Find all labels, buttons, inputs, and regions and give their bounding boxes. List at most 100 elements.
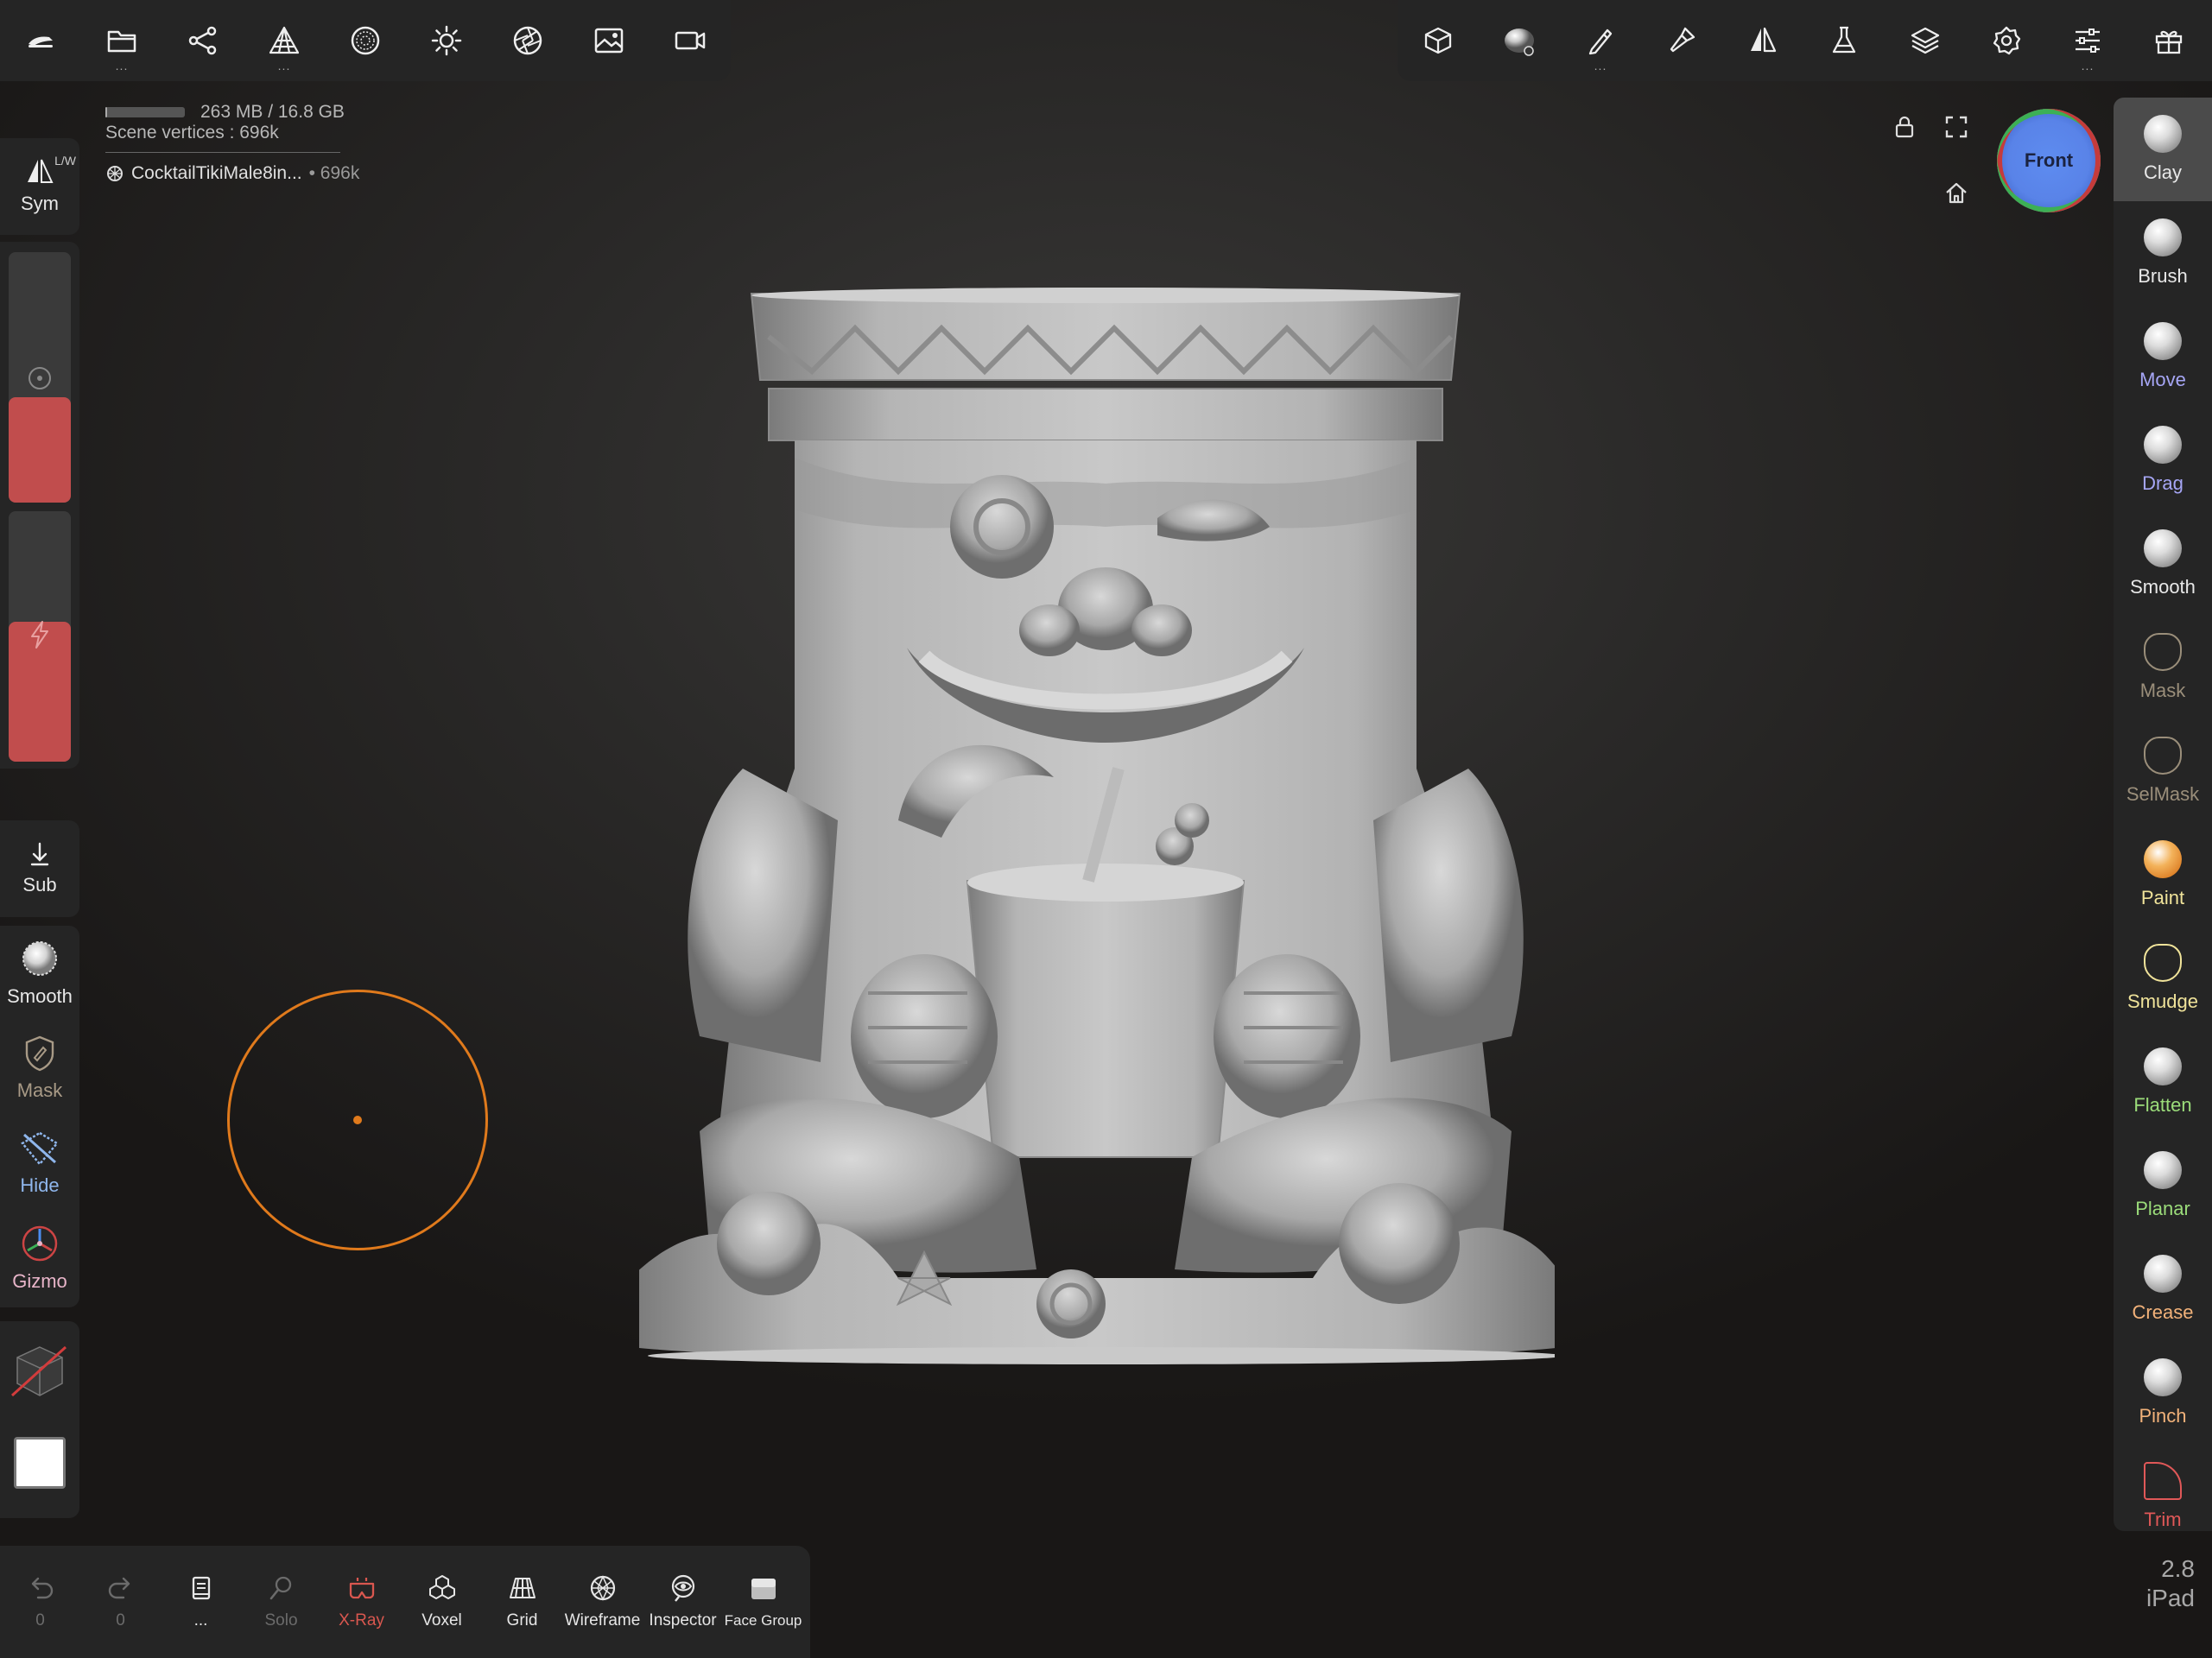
matcap-cube-icon[interactable] — [9, 1340, 71, 1402]
view-cube-label: Front — [2024, 149, 2074, 171]
tool-brush[interactable]: Brush — [2114, 201, 2212, 305]
top-left-toolbar: ... ... — [0, 0, 731, 81]
tool-mask[interactable]: Mask — [2114, 616, 2212, 719]
face-group-icon — [751, 1579, 776, 1599]
symmetry-badge: L/W — [54, 154, 76, 168]
wireframe-icon — [590, 1575, 615, 1601]
intensity-bolt-icon — [31, 621, 48, 649]
symmetry-icon — [28, 159, 54, 183]
tool-selmask[interactable]: SelMask — [2114, 719, 2212, 823]
app-menu-icon[interactable] — [0, 0, 81, 81]
inspector-icon — [671, 1574, 694, 1602]
tool-paint[interactable]: Paint — [2114, 823, 2212, 927]
tool-label: Trim — [2144, 1509, 2182, 1530]
stroke-pen-icon[interactable]: ... — [1560, 0, 1641, 81]
scene-stats: 263 MB / 16.8 GB Scene vertices : 696k C… — [105, 102, 359, 184]
undo-button[interactable]: 0 — [0, 1546, 80, 1658]
quick-tool-hide[interactable]: Hide — [0, 1116, 79, 1211]
scene-cube-icon[interactable] — [1398, 0, 1479, 81]
image-icon[interactable] — [568, 0, 650, 81]
symmetry-toggle[interactable]: L/W Sym — [0, 138, 79, 235]
tool-label: SelMask — [2126, 783, 2200, 805]
tool-smudge[interactable]: Smudge — [2114, 927, 2212, 1030]
symmetry-icon[interactable] — [1722, 0, 1803, 81]
tool-planar[interactable]: Planar — [2114, 1134, 2212, 1237]
drag-icon — [2144, 426, 2182, 464]
tool-pinch[interactable]: Pinch — [2114, 1341, 2212, 1445]
quick-tool-smooth[interactable]: Smooth — [0, 926, 79, 1021]
fullscreen-icon[interactable] — [1943, 114, 1969, 144]
topology-icon[interactable]: ... — [244, 0, 325, 81]
gizmo-icon — [22, 1225, 58, 1262]
light-sun-icon[interactable] — [406, 0, 487, 81]
bottom-toolbar: 0 0 ... Solo X-Ray Voxel Grid Wireframe … — [0, 1546, 810, 1658]
tool-smooth[interactable]: Smooth — [2114, 512, 2212, 616]
sculpt-tools-palette: Clay Brush Move Drag Smooth Mask SelMask Paint S… — [2114, 98, 2212, 1531]
quick-tool-gizmo[interactable]: Gizmo — [0, 1211, 79, 1306]
tool-move[interactable]: Move — [2114, 305, 2212, 408]
tool-label: Clay — [2143, 161, 2182, 183]
tool-drag[interactable]: Drag — [2114, 408, 2212, 512]
tool-label: Smudge — [2127, 990, 2198, 1012]
gift-icon[interactable] — [2128, 0, 2209, 81]
voxel-button[interactable]: Voxel — [402, 1546, 482, 1658]
object-vertex-count: • 696k — [308, 163, 360, 183]
sub-label: Sub — [22, 874, 57, 895]
quick-tool-mask[interactable]: Mask — [0, 1021, 79, 1116]
face-group-label: Face Group — [724, 1612, 802, 1629]
tool-trim[interactable]: Trim — [2114, 1445, 2212, 1531]
tool-flatten[interactable]: Flatten — [2114, 1030, 2212, 1134]
clay-icon — [2144, 115, 2182, 153]
symmetry-label: Sym — [21, 193, 59, 214]
scene-graph-icon[interactable] — [162, 0, 244, 81]
video-camera-icon[interactable] — [650, 0, 731, 81]
sliders-icon[interactable]: ... — [2047, 0, 2128, 81]
view-cube[interactable]: Front — [1997, 109, 2101, 212]
lock-camera-icon[interactable] — [1892, 114, 1917, 144]
tool-label: Paint — [2140, 887, 2185, 908]
flask-icon[interactable] — [1803, 0, 1885, 81]
tool-label: Mask — [2139, 680, 2186, 701]
sub-toggle[interactable]: Sub — [0, 820, 79, 917]
tiki-mug-model[interactable] — [639, 285, 1555, 1408]
camera-aperture-icon[interactable] — [487, 0, 568, 81]
scene-vertices: Scene vertices : 696k — [105, 123, 279, 142]
solo-label: Solo — [264, 1611, 298, 1630]
tool-label: Smooth — [2130, 576, 2196, 598]
quick-tools: Smooth Mask Hide Gizmo — [0, 926, 79, 1307]
active-object[interactable]: CocktailTikiMale8in... • 696k — [105, 163, 359, 184]
xray-button[interactable]: X-Ray — [321, 1546, 402, 1658]
tool-label: Planar — [2135, 1198, 2190, 1219]
color-swatch[interactable] — [14, 1437, 66, 1489]
grid-button[interactable]: Grid — [482, 1546, 562, 1658]
layers-icon[interactable] — [1885, 0, 1966, 81]
history-label: ... — [193, 1611, 208, 1630]
hide-mesh-icon — [21, 1131, 59, 1166]
version-device: iPad — [2145, 1585, 2195, 1611]
folder-icon[interactable]: ... — [81, 0, 162, 81]
tool-label: Brush — [2138, 265, 2188, 287]
inspector-button[interactable]: Inspector — [643, 1546, 723, 1658]
mask-icon — [2144, 633, 2182, 671]
smooth-icon — [2144, 529, 2182, 567]
memory-bar-fill — [105, 107, 107, 118]
voxel-label: Voxel — [421, 1611, 462, 1630]
history-button[interactable]: ... — [161, 1546, 241, 1658]
quick-tool-label: Mask — [16, 1079, 63, 1101]
redo-button[interactable]: 0 — [80, 1546, 161, 1658]
material-sphere-icon[interactable] — [325, 0, 406, 81]
xray-label: X-Ray — [339, 1611, 384, 1630]
solo-button[interactable]: Solo — [241, 1546, 321, 1658]
tool-clay[interactable]: Clay — [2114, 98, 2212, 201]
tool-label: Move — [2139, 369, 2186, 390]
settings-gear-icon[interactable] — [1966, 0, 2047, 81]
memory-text: 263 MB / 16.8 GB — [200, 102, 345, 122]
wireframe-button[interactable]: Wireframe — [562, 1546, 643, 1658]
brush-center-dot — [353, 1116, 362, 1124]
painting-brush-icon[interactable] — [1641, 0, 1722, 81]
tool-crease[interactable]: Crease — [2114, 1237, 2212, 1341]
home-view-icon[interactable] — [1943, 180, 1969, 210]
face-group-button[interactable]: Face Group — [723, 1546, 803, 1658]
material-ball-icon[interactable] — [1479, 0, 1560, 81]
radius-icon — [29, 367, 51, 389]
